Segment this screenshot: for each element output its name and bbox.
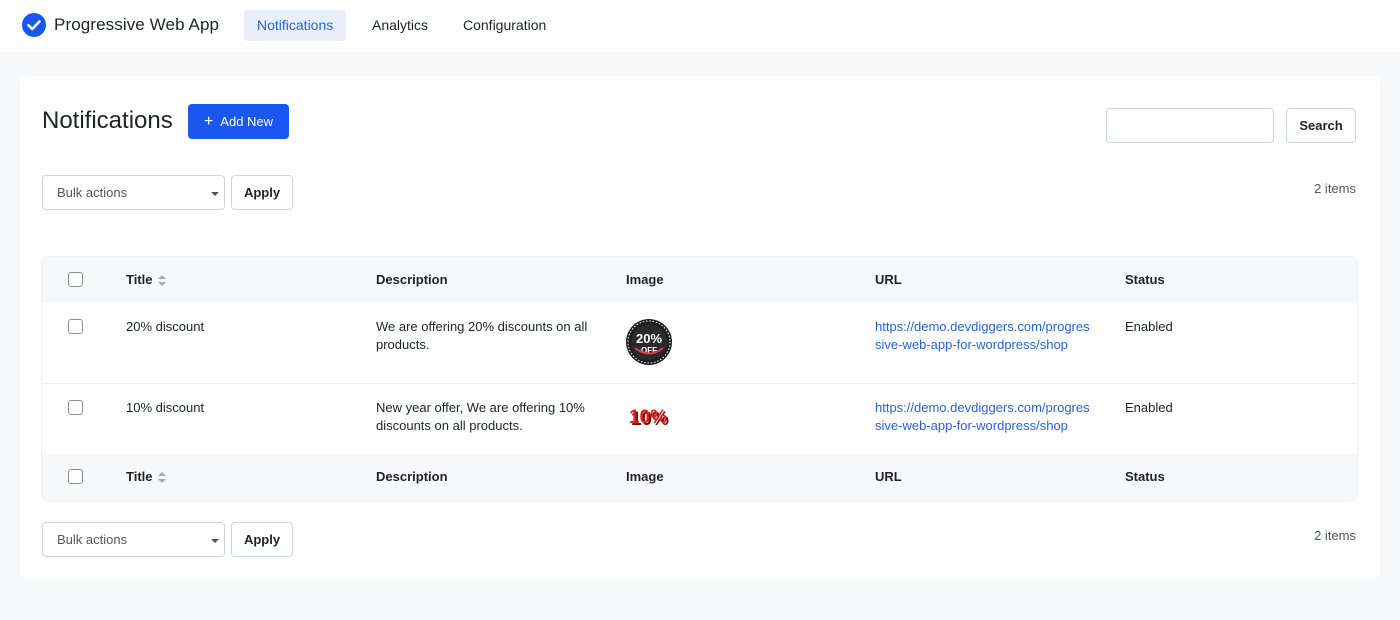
bulk-actions-value: Bulk actions bbox=[57, 185, 128, 200]
badge-text-20: 20% bbox=[636, 331, 662, 346]
brand[interactable]: Progressive Web App bbox=[22, 13, 219, 37]
apply-button-top[interactable]: Apply bbox=[231, 175, 293, 210]
chevron-down-icon bbox=[211, 192, 219, 196]
url-line: sive-web-app-for-wordpress/shop bbox=[875, 418, 1068, 433]
row-status: Enabled bbox=[1125, 319, 1173, 334]
url-line: https://demo.devdiggers.com/progres bbox=[875, 400, 1090, 415]
column-footer-title[interactable]: Title bbox=[126, 468, 166, 486]
description-line: We are offering 20% discounts on all bbox=[376, 319, 588, 334]
sort-icon[interactable] bbox=[157, 274, 166, 287]
column-header-status: Status bbox=[1125, 272, 1165, 287]
tab-analytics[interactable]: Analytics bbox=[359, 10, 441, 41]
bulk-actions-select-bottom[interactable]: Bulk actions bbox=[42, 522, 225, 557]
column-title-label: Title bbox=[126, 469, 153, 484]
top-navigation-bar: Progressive Web App Notifications Analyt… bbox=[0, 0, 1400, 52]
row-checkbox[interactable] bbox=[68, 400, 83, 415]
table-header-row: Title Description Image URL Status bbox=[42, 257, 1357, 303]
column-footer-status: Status bbox=[1125, 469, 1165, 484]
row-url-link[interactable]: https://demo.devdiggers.com/progres sive… bbox=[875, 318, 1105, 354]
badge-text-10: 10% bbox=[629, 407, 667, 428]
row-title[interactable]: 20% discount bbox=[126, 318, 204, 336]
apply-button-bottom[interactable]: Apply bbox=[231, 522, 293, 557]
column-header-image: Image bbox=[626, 272, 664, 287]
description-line: products. bbox=[376, 337, 430, 352]
row-description: New year offer, We are offering 10% disc… bbox=[376, 399, 606, 435]
discount-10-percent-image: 10% 10% bbox=[629, 407, 669, 430]
column-header-title[interactable]: Title bbox=[126, 271, 166, 289]
column-footer-description: Description bbox=[376, 469, 448, 484]
description-line: discounts on all products. bbox=[376, 418, 523, 433]
description-line: New year offer, We are offering 10% bbox=[376, 400, 585, 415]
bulk-actions-value: Bulk actions bbox=[57, 532, 128, 547]
search-button[interactable]: Search bbox=[1286, 108, 1356, 143]
discount-20-off-image: 20% OFF bbox=[626, 319, 672, 365]
select-all-checkbox-bottom[interactable] bbox=[68, 469, 83, 484]
column-header-url: URL bbox=[875, 272, 902, 287]
column-title-label: Title bbox=[126, 272, 153, 287]
row-status: Enabled bbox=[1125, 400, 1173, 415]
url-line: https://demo.devdiggers.com/progres bbox=[875, 319, 1090, 334]
plus-icon: + bbox=[203, 112, 214, 130]
notifications-table: Title Description Image URL Status 20% d… bbox=[42, 257, 1357, 500]
bulk-actions-select-top[interactable]: Bulk actions bbox=[42, 175, 225, 210]
app-name: Progressive Web App bbox=[54, 15, 220, 34]
notifications-panel: Notifications + Add New Search Bulk acti… bbox=[20, 76, 1380, 578]
row-description: We are offering 20% discounts on all pro… bbox=[376, 318, 606, 354]
column-header-description: Description bbox=[376, 272, 448, 287]
column-footer-url: URL bbox=[875, 469, 902, 484]
tab-configuration[interactable]: Configuration bbox=[450, 10, 559, 41]
row-checkbox[interactable] bbox=[68, 319, 83, 334]
table-row: 10% discount New year offer, We are offe… bbox=[42, 384, 1357, 465]
add-new-label: Add New bbox=[220, 114, 274, 129]
column-footer-image: Image bbox=[626, 469, 664, 484]
tab-notifications[interactable]: Notifications bbox=[244, 10, 347, 41]
chevron-down-icon bbox=[211, 539, 219, 543]
row-url-link[interactable]: https://demo.devdiggers.com/progres sive… bbox=[875, 399, 1105, 435]
check-circle-icon bbox=[22, 13, 46, 37]
items-count-bottom: 2 items bbox=[1314, 528, 1356, 543]
table-row: 20% discount We are offering 20% discoun… bbox=[42, 303, 1357, 384]
url-line: sive-web-app-for-wordpress/shop bbox=[875, 337, 1068, 352]
items-count-top: 2 items bbox=[1314, 181, 1356, 196]
sort-icon[interactable] bbox=[157, 471, 166, 484]
select-all-checkbox[interactable] bbox=[68, 272, 83, 287]
search-input[interactable] bbox=[1106, 108, 1274, 143]
add-new-button[interactable]: + Add New bbox=[188, 104, 289, 139]
table-footer-row: Title Description Image URL Status bbox=[42, 454, 1357, 500]
row-title[interactable]: 10% discount bbox=[126, 399, 204, 417]
page-title: Notifications bbox=[42, 107, 173, 134]
